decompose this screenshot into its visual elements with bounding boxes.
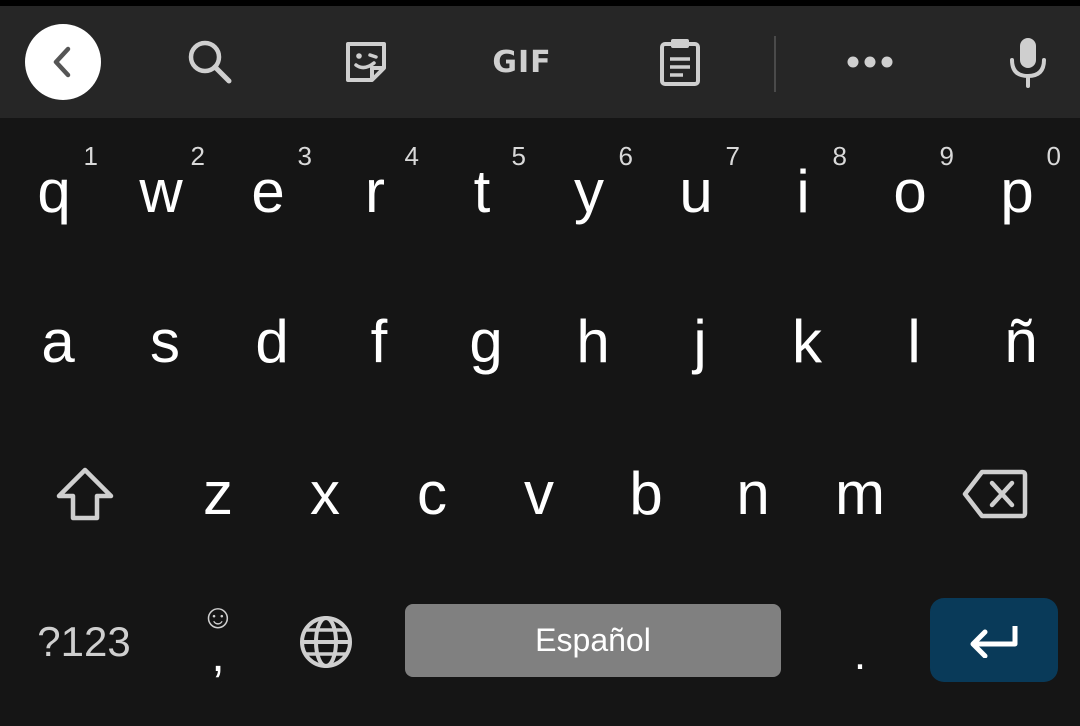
period-key[interactable]: . bbox=[812, 590, 908, 694]
key-f[interactable]: f bbox=[329, 280, 429, 404]
space-bar[interactable]: Español bbox=[405, 604, 781, 677]
key-t[interactable]: t 5 bbox=[432, 130, 532, 254]
sticker-button[interactable] bbox=[316, 6, 416, 118]
key-letter: s bbox=[150, 308, 180, 375]
key-number-hint: 3 bbox=[297, 141, 312, 171]
shift-key[interactable] bbox=[30, 432, 140, 556]
key-letter: r bbox=[365, 158, 385, 225]
comma-key[interactable]: ☺ , bbox=[176, 590, 260, 694]
key-h[interactable]: h bbox=[543, 280, 643, 404]
key-letter: q bbox=[37, 158, 71, 225]
enter-key[interactable] bbox=[930, 598, 1058, 682]
clipboard-button[interactable] bbox=[630, 6, 730, 118]
backspace-key[interactable] bbox=[940, 432, 1050, 556]
key-letter: d bbox=[255, 308, 289, 375]
key-letter: t bbox=[473, 158, 491, 225]
key-l[interactable]: l bbox=[864, 280, 964, 404]
key-p[interactable]: p 0 bbox=[967, 130, 1067, 254]
key-z[interactable]: z bbox=[168, 432, 268, 556]
microphone-icon bbox=[1010, 38, 1046, 88]
key-number-hint: 8 bbox=[832, 141, 847, 171]
key-letter: b bbox=[629, 460, 663, 527]
key-letter: j bbox=[693, 308, 707, 375]
key-c[interactable]: c bbox=[382, 432, 482, 556]
toolbar-divider bbox=[774, 36, 776, 92]
key-letter: w bbox=[139, 158, 183, 225]
key-a[interactable]: a bbox=[8, 280, 108, 404]
key-letter: u bbox=[679, 158, 713, 225]
key-letter: k bbox=[792, 308, 822, 375]
key-u[interactable]: u 7 bbox=[646, 130, 746, 254]
key-w[interactable]: w 2 bbox=[111, 130, 211, 254]
more-horizontal-icon bbox=[847, 56, 893, 68]
suggestion-toolbar: GIF bbox=[0, 6, 1080, 118]
key-g[interactable]: g bbox=[436, 280, 536, 404]
symbols-label: ?123 bbox=[37, 618, 131, 665]
sticker-icon bbox=[346, 42, 386, 82]
key-number-hint: 7 bbox=[725, 141, 740, 171]
period-label: . bbox=[853, 630, 867, 679]
key-k[interactable]: k bbox=[757, 280, 857, 404]
chevron-left-icon bbox=[53, 46, 71, 78]
voice-input-button[interactable] bbox=[978, 6, 1078, 118]
key-letter: y bbox=[574, 158, 604, 225]
key-number-hint: 6 bbox=[618, 141, 633, 171]
key-letter: g bbox=[469, 308, 503, 375]
key-j[interactable]: j bbox=[650, 280, 750, 404]
key-letter: m bbox=[835, 460, 885, 527]
key-letter: o bbox=[893, 158, 927, 225]
key-n-tilde[interactable]: ñ bbox=[971, 280, 1071, 404]
key-d[interactable]: d bbox=[222, 280, 322, 404]
clipboard-icon bbox=[660, 39, 700, 86]
key-letter: a bbox=[41, 308, 75, 375]
key-letter: f bbox=[370, 308, 388, 375]
space-bar-label: Español bbox=[535, 622, 651, 658]
key-number-hint: 9 bbox=[939, 141, 954, 171]
shift-arrow-icon bbox=[56, 467, 114, 521]
key-number-hint: 5 bbox=[511, 141, 526, 171]
search-button[interactable] bbox=[160, 6, 260, 118]
more-button[interactable] bbox=[820, 6, 920, 118]
key-letter: h bbox=[576, 308, 610, 375]
key-m[interactable]: m bbox=[810, 432, 910, 556]
gif-button[interactable]: GIF bbox=[472, 6, 572, 118]
gif-label: GIF bbox=[492, 44, 552, 80]
backspace-icon bbox=[962, 469, 1028, 519]
comma-label: , bbox=[211, 629, 225, 682]
key-letter: z bbox=[203, 460, 233, 527]
key-x[interactable]: x bbox=[275, 432, 375, 556]
key-r[interactable]: r 4 bbox=[325, 130, 425, 254]
key-letter: i bbox=[796, 158, 810, 225]
key-n[interactable]: n bbox=[703, 432, 803, 556]
key-o[interactable]: o 9 bbox=[860, 130, 960, 254]
key-e[interactable]: e 3 bbox=[218, 130, 318, 254]
key-y[interactable]: y 6 bbox=[539, 130, 639, 254]
key-q[interactable]: q 1 bbox=[4, 130, 104, 254]
key-number-hint: 2 bbox=[190, 141, 205, 171]
key-b[interactable]: b bbox=[596, 432, 696, 556]
key-letter: ñ bbox=[1004, 308, 1038, 375]
key-letter: l bbox=[907, 308, 921, 375]
language-switch-key[interactable] bbox=[276, 590, 376, 694]
key-number-hint: 1 bbox=[83, 141, 98, 171]
globe-icon bbox=[300, 616, 352, 668]
key-number-hint: 4 bbox=[404, 141, 419, 171]
key-letter: v bbox=[524, 460, 554, 527]
search-icon bbox=[188, 40, 232, 84]
key-i[interactable]: i 8 bbox=[753, 130, 853, 254]
key-v[interactable]: v bbox=[489, 432, 589, 556]
keyboard: GIF q 1 w 2 e 3 r 4 t 5 y 6 u 7 i 8 o 9 … bbox=[0, 0, 1080, 726]
key-letter: x bbox=[310, 460, 340, 527]
key-s[interactable]: s bbox=[115, 280, 215, 404]
key-number-hint: 0 bbox=[1046, 141, 1061, 171]
key-letter: p bbox=[1000, 158, 1034, 225]
symbols-key[interactable]: ?123 bbox=[18, 590, 150, 694]
enter-arrow-icon bbox=[970, 626, 1018, 658]
key-letter: n bbox=[736, 460, 770, 527]
back-button[interactable] bbox=[25, 24, 101, 100]
key-letter: c bbox=[417, 460, 447, 527]
key-letter: e bbox=[251, 158, 285, 225]
